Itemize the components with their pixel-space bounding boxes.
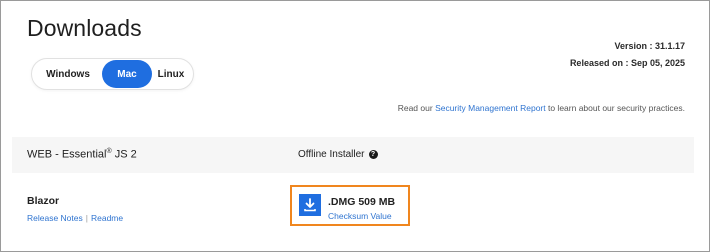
- security-note-prefix: Read our: [397, 103, 436, 113]
- release-notes-link[interactable]: Release Notes: [27, 213, 83, 223]
- table-header: WEB - Essential® JS 2 Offline Installer …: [12, 137, 694, 173]
- product-links: Release Notes | Readme: [27, 213, 123, 223]
- release-date-text: Released on : Sep 05, 2025: [569, 58, 685, 68]
- os-option-mac[interactable]: Mac: [102, 60, 152, 88]
- security-report-link[interactable]: Security Management Report: [435, 103, 546, 113]
- security-note-suffix: to learn about our security practices.: [545, 103, 685, 113]
- download-file-label[interactable]: .DMG 509 MB: [328, 196, 395, 208]
- download-card[interactable]: .DMG 509 MB Checksum Value: [290, 185, 410, 226]
- os-option-linux[interactable]: Linux: [152, 60, 190, 88]
- platform-column-header: WEB - Essential® JS 2: [27, 148, 137, 161]
- security-note: Read our Security Management Report to l…: [398, 103, 685, 113]
- downloads-panel: Downloads Windows Mac Linux Version : 31…: [0, 0, 710, 252]
- version-text: Version : 31.1.17: [614, 41, 685, 51]
- question-circle-icon[interactable]: ?: [368, 150, 378, 159]
- installer-header-text: Offline Installer: [298, 149, 365, 160]
- os-toggle: Windows Mac Linux: [31, 58, 194, 90]
- product-name: Blazor: [27, 195, 60, 207]
- link-separator: |: [85, 213, 88, 223]
- download-icon[interactable]: [299, 194, 321, 216]
- checksum-link[interactable]: Checksum Value: [328, 211, 392, 221]
- platform-header-text: WEB - Essential: [27, 148, 107, 161]
- page-title: Downloads: [27, 15, 142, 41]
- platform-header-suffix: JS 2: [111, 148, 137, 161]
- readme-link[interactable]: Readme: [91, 213, 123, 223]
- installer-column-header: Offline Installer ?: [298, 149, 378, 160]
- os-option-windows[interactable]: Windows: [34, 60, 102, 88]
